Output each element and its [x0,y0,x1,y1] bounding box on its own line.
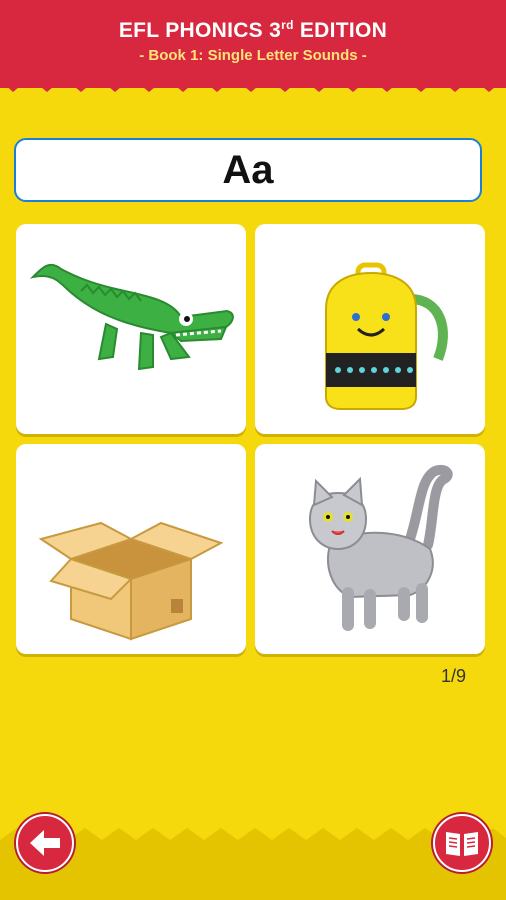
picture-card-backpack[interactable] [255,224,485,434]
letter-display: Aa [14,138,482,202]
footer-zigzag-band [0,828,506,900]
page-counter: 1/9 [440,666,466,686]
app-subtitle: - Book 1: Single Letter Sounds - [139,47,367,64]
cat-icon [308,465,453,631]
book-icon [446,832,478,856]
header-zigzag-edge [0,72,506,92]
back-button[interactable] [16,814,74,872]
backpack-icon [325,262,448,410]
box-icon [38,521,224,641]
picture-card-box[interactable] [16,444,246,654]
app-title: EFL PHONICS 3rd EDITION [118,18,388,42]
picture-card-cat[interactable] [255,444,485,654]
alligator-icon [29,263,234,371]
arrow-left-icon [30,830,60,856]
picture-card-alligator[interactable] [16,224,246,434]
book-menu-button[interactable] [433,814,491,872]
